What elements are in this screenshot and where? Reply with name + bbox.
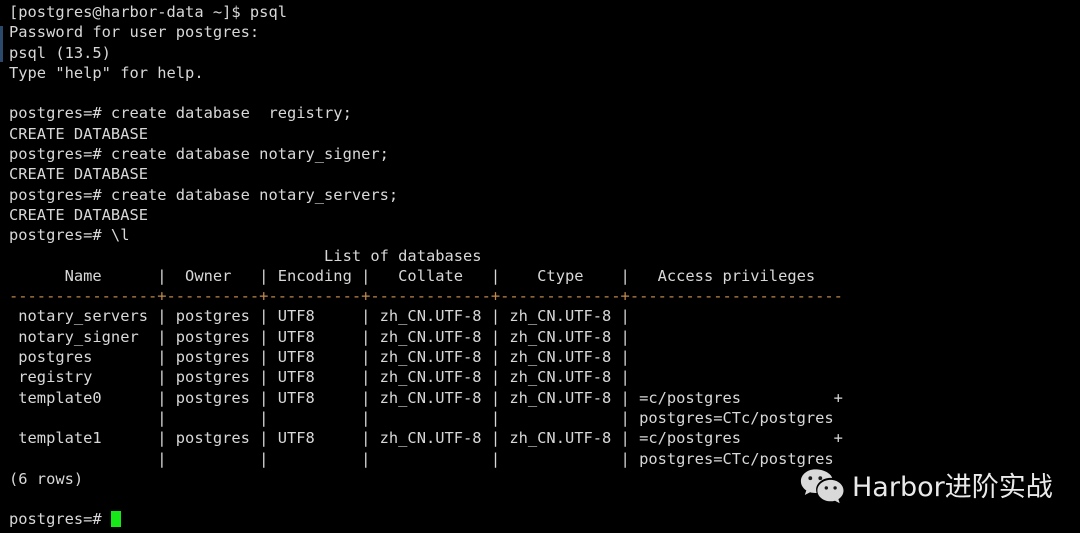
terminal-line-table-title: List of databases bbox=[9, 246, 482, 265]
terminal-window[interactable]: [postgres@harbor-data ~]$ psql Password f… bbox=[0, 0, 1080, 533]
terminal-line-out-create-3: CREATE DATABASE bbox=[9, 205, 148, 224]
terminal-prompt-text: postgres=# bbox=[9, 510, 111, 529]
terminal-line-out-create-1: CREATE DATABASE bbox=[9, 124, 148, 143]
terminal-line-row-template0-cont: | | | | | postgres=CTc/postgres bbox=[9, 408, 834, 427]
terminal-line-table-separator: ----------------+----------+----------+-… bbox=[9, 287, 843, 306]
terminal-line-help-hint: Type "help" for help. bbox=[9, 63, 204, 82]
terminal-line-cmd-list-databases: postgres=# \l bbox=[9, 226, 130, 245]
terminal-line-psql-version: psql (13.5) bbox=[9, 43, 111, 62]
terminal-line-cmd-create-signer: postgres=# create database notary_signer… bbox=[9, 145, 389, 164]
terminal-line-blank-2 bbox=[9, 489, 1074, 509]
terminal-line-cmd-create-servers: postgres=# create database notary_server… bbox=[9, 185, 399, 204]
terminal-cursor bbox=[110, 511, 121, 528]
terminal-line-blank-1 bbox=[9, 83, 1074, 103]
terminal-screen[interactable]: [postgres@harbor-data ~]$ psql Password f… bbox=[9, 2, 1074, 530]
terminal-line-password-prompt: Password for user postgres: bbox=[9, 23, 260, 42]
terminal-line-row-notary-signer: notary_signer | postgres | UTF8 | zh_CN.… bbox=[9, 327, 630, 346]
terminal-line-row-template1: template1 | postgres | UTF8 | zh_CN.UTF-… bbox=[9, 429, 843, 448]
terminal-line-row-template0: template0 | postgres | UTF8 | zh_CN.UTF-… bbox=[9, 388, 843, 407]
terminal-line-row-count: (6 rows) bbox=[9, 469, 84, 488]
terminal-line-cmd-create-registry: postgres=# create database registry; bbox=[9, 104, 352, 123]
terminal-line-table-header: Name | Owner | Encoding | Collate | Ctyp… bbox=[9, 266, 816, 285]
terminal-line-final-prompt: postgres=# bbox=[9, 509, 1074, 529]
terminal-line-row-template1-cont: | | | | | postgres=CTc/postgres bbox=[9, 449, 834, 468]
terminal-line-row-notary-servers: notary_servers | postgres | UTF8 | zh_CN… bbox=[9, 307, 630, 326]
terminal-line-out-create-2: CREATE DATABASE bbox=[9, 165, 148, 184]
terminal-line-shell-prompt-psql: [postgres@harbor-data ~]$ psql bbox=[9, 3, 287, 21]
terminal-line-row-postgres: postgres | postgres | UTF8 | zh_CN.UTF-8… bbox=[9, 348, 630, 367]
terminal-edge-strip bbox=[0, 26, 3, 62]
terminal-line-row-registry: registry | postgres | UTF8 | zh_CN.UTF-8… bbox=[9, 368, 630, 387]
